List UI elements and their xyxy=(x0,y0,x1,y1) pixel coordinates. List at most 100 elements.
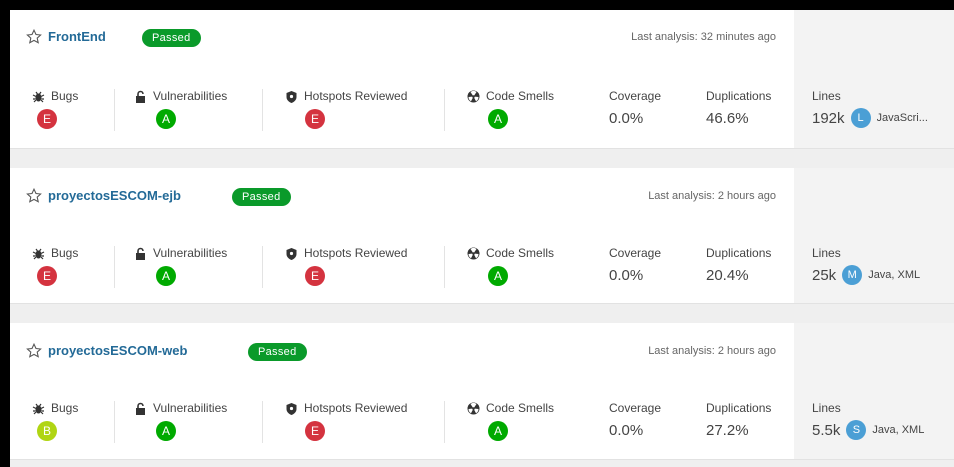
lines-value[interactable]: 192k xyxy=(812,110,845,127)
vulnerabilities-label: Vulnerabilities xyxy=(153,401,228,415)
lines-label: Lines xyxy=(812,89,841,103)
lines-value[interactable]: 5.5k xyxy=(812,422,840,439)
duplications-label: Duplications xyxy=(706,246,772,260)
language-size-icon: S xyxy=(846,420,867,440)
coverage-label: Coverage xyxy=(609,401,662,415)
bugs-measure[interactable]: Bugs E xyxy=(32,89,115,131)
code-smells-rating[interactable]: A xyxy=(488,266,508,286)
lock-icon xyxy=(136,247,145,260)
lines-value[interactable]: 25k xyxy=(812,267,836,284)
bugs-rating[interactable]: E xyxy=(37,266,57,286)
vulnerabilities-rating[interactable]: A xyxy=(156,109,176,129)
project-card: proyectosESCOM-web Passed Last analysis:… xyxy=(10,323,954,460)
shield-icon xyxy=(286,90,297,103)
bug-icon xyxy=(32,403,45,414)
favorite-star-icon[interactable] xyxy=(26,343,42,359)
vulnerabilities-measure[interactable]: Vulnerabilities A xyxy=(134,401,263,443)
duplications-label: Duplications xyxy=(706,401,772,415)
measures-row: Bugs E Vulnerabilities A Hotspots Review… xyxy=(10,246,954,296)
shield-icon xyxy=(286,247,297,260)
hotspots-label: Hotspots Reviewed xyxy=(304,89,408,103)
radiation-icon xyxy=(467,90,480,102)
measures-row: Bugs B Vulnerabilities A Hotspots Review… xyxy=(10,401,954,451)
duplications-label: Duplications xyxy=(706,89,772,103)
vulnerabilities-label: Vulnerabilities xyxy=(153,89,228,103)
hotspots-label: Hotspots Reviewed xyxy=(304,246,408,260)
lock-icon xyxy=(136,90,145,103)
vulnerabilities-rating[interactable]: A xyxy=(156,266,176,286)
project-name-link[interactable]: proyectosESCOM-ejb xyxy=(48,188,181,203)
bug-icon xyxy=(32,91,45,102)
code-smells-measure[interactable]: Code Smells A xyxy=(467,401,587,443)
duplications-measure[interactable]: Duplications 46.6% xyxy=(706,89,796,131)
hotspots-rating[interactable]: E xyxy=(305,421,325,441)
code-smells-rating[interactable]: A xyxy=(488,109,508,129)
languages-text: Java, XML xyxy=(868,269,921,281)
hotspots-measure[interactable]: Hotspots Reviewed E xyxy=(285,89,445,131)
project-name-link[interactable]: FrontEnd xyxy=(48,29,106,44)
duplications-value[interactable]: 20.4% xyxy=(706,267,749,284)
vulnerabilities-measure[interactable]: Vulnerabilities A xyxy=(134,89,263,131)
code-smells-measure[interactable]: Code Smells A xyxy=(467,89,587,131)
code-smells-label: Code Smells xyxy=(486,89,555,103)
hotspots-rating[interactable]: E xyxy=(305,266,325,286)
languages-text: Java, XML xyxy=(872,424,925,436)
language-size-icon: L xyxy=(850,108,871,128)
code-smells-measure[interactable]: Code Smells A xyxy=(467,246,587,288)
coverage-label: Coverage xyxy=(609,89,662,103)
last-analysis: Last analysis: 2 hours ago xyxy=(648,190,776,202)
coverage-value[interactable]: 0.0% xyxy=(609,110,643,127)
vulnerabilities-measure[interactable]: Vulnerabilities A xyxy=(134,246,263,288)
last-analysis: Last analysis: 2 hours ago xyxy=(648,345,776,357)
lines-measure: Lines 25k M Java, XML xyxy=(794,246,954,296)
language-size-icon: M xyxy=(842,265,863,285)
bugs-measure[interactable]: Bugs B xyxy=(32,401,115,443)
lines-label: Lines xyxy=(812,401,841,415)
duplications-value[interactable]: 27.2% xyxy=(706,422,749,439)
shield-icon xyxy=(286,402,297,415)
bugs-label: Bugs xyxy=(51,89,79,103)
radiation-icon xyxy=(467,247,480,259)
coverage-measure[interactable]: Coverage 0.0% xyxy=(609,401,689,443)
vulnerabilities-rating[interactable]: A xyxy=(156,421,176,441)
hotspots-rating[interactable]: E xyxy=(305,109,325,129)
measures-row: Bugs E Vulnerabilities A Hotspots Review… xyxy=(10,89,954,139)
coverage-measure[interactable]: Coverage 0.0% xyxy=(609,89,689,131)
bug-icon xyxy=(32,248,45,259)
bugs-rating[interactable]: B xyxy=(37,421,57,441)
lines-measure: Lines 5.5k S Java, XML xyxy=(794,401,954,451)
quality-gate-badge: Passed xyxy=(248,343,307,361)
bugs-measure[interactable]: Bugs E xyxy=(32,246,115,288)
favorite-star-icon[interactable] xyxy=(26,29,42,45)
code-smells-rating[interactable]: A xyxy=(488,421,508,441)
languages-text: JavaScri... xyxy=(876,112,928,124)
bugs-label: Bugs xyxy=(51,246,79,260)
coverage-label: Coverage xyxy=(609,246,662,260)
code-smells-label: Code Smells xyxy=(486,246,555,260)
project-card: proyectosESCOM-ejb Passed Last analysis:… xyxy=(10,168,954,304)
hotspots-label: Hotspots Reviewed xyxy=(304,401,408,415)
project-name-link[interactable]: proyectosESCOM-web xyxy=(48,343,187,358)
quality-gate-badge: Passed xyxy=(142,29,201,47)
project-card: FrontEnd Passed Last analysis: 32 minute… xyxy=(10,10,954,149)
radiation-icon xyxy=(467,402,480,414)
hotspots-measure[interactable]: Hotspots Reviewed E xyxy=(285,246,445,288)
bugs-label: Bugs xyxy=(51,401,79,415)
duplications-value[interactable]: 46.6% xyxy=(706,110,749,127)
code-smells-label: Code Smells xyxy=(486,401,555,415)
vulnerabilities-label: Vulnerabilities xyxy=(153,246,228,260)
lines-measure: Lines 192k L JavaScri... xyxy=(794,89,954,139)
coverage-measure[interactable]: Coverage 0.0% xyxy=(609,246,689,288)
duplications-measure[interactable]: Duplications 27.2% xyxy=(706,401,796,443)
coverage-value[interactable]: 0.0% xyxy=(609,422,643,439)
coverage-value[interactable]: 0.0% xyxy=(609,267,643,284)
last-analysis: Last analysis: 32 minutes ago xyxy=(631,31,776,43)
favorite-star-icon[interactable] xyxy=(26,188,42,204)
hotspots-measure[interactable]: Hotspots Reviewed E xyxy=(285,401,445,443)
project-list: FrontEnd Passed Last analysis: 32 minute… xyxy=(10,10,954,467)
bugs-rating[interactable]: E xyxy=(37,109,57,129)
duplications-measure[interactable]: Duplications 20.4% xyxy=(706,246,796,288)
quality-gate-badge: Passed xyxy=(232,188,291,206)
lock-icon xyxy=(136,402,145,415)
lines-label: Lines xyxy=(812,246,841,260)
